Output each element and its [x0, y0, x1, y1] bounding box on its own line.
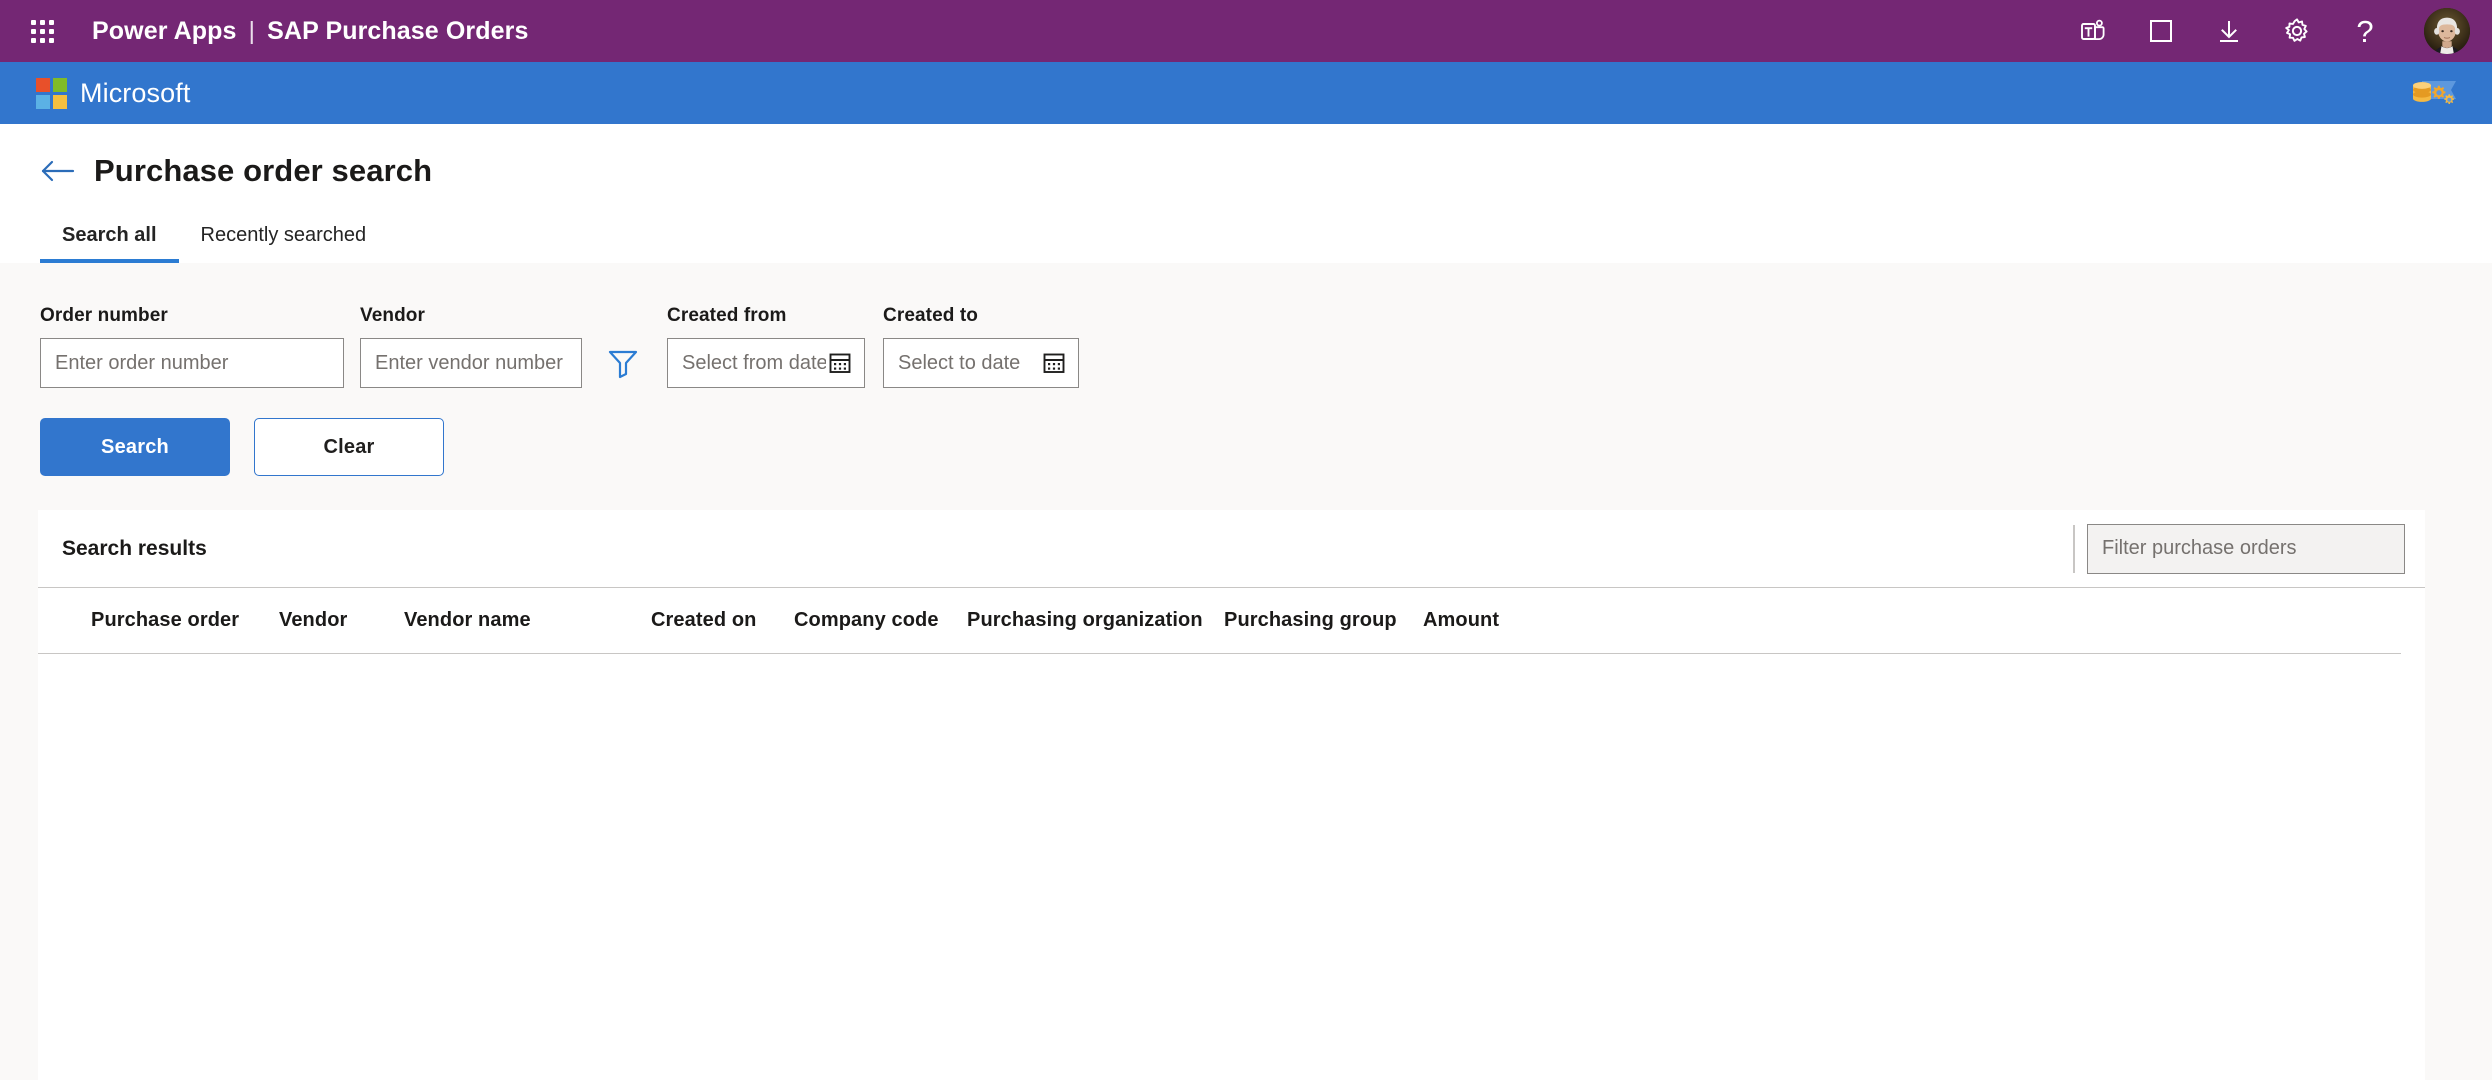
- tab-recently-searched[interactable]: Recently searched: [179, 216, 389, 263]
- suite-bar: Power Apps | SAP Purchase Orders ?: [0, 0, 2492, 62]
- vendor-label: Vendor: [360, 305, 426, 326]
- app-launcher-waffle-icon[interactable]: [18, 7, 66, 55]
- header-divider: [2073, 524, 2075, 573]
- page-title: Purchase order search: [94, 153, 433, 188]
- results-card: Search results Purchase order Vendor Ven…: [38, 510, 2425, 1080]
- created-to-input[interactable]: [898, 351, 1040, 375]
- search-form-panel: Order number Vendor Created from: [0, 263, 2492, 510]
- column-header-purchasing-group[interactable]: Purchasing group: [1224, 609, 1423, 632]
- vendor-field-group: Vendor: [360, 305, 582, 388]
- microsoft-brand-label: Microsoft: [80, 77, 191, 108]
- microsoft-logo-squares: [36, 77, 67, 109]
- user-avatar[interactable]: [2424, 8, 2470, 54]
- created-to-datepicker[interactable]: [883, 338, 1079, 388]
- app-name[interactable]: Power Apps: [92, 17, 237, 46]
- form-buttons-row: Search Clear: [0, 418, 2492, 476]
- column-header-amount[interactable]: Amount: [1423, 609, 1583, 632]
- results-title: Search results: [62, 536, 207, 560]
- column-header-vendor[interactable]: Vendor: [279, 609, 404, 632]
- results-table-header-row: Purchase order Vendor Vendor name Create…: [38, 588, 2401, 654]
- back-arrow-icon[interactable]: [40, 152, 78, 190]
- column-header-vendor-name[interactable]: Vendor name: [404, 609, 651, 632]
- waffle-grid: [30, 19, 54, 43]
- page-name: SAP Purchase Orders: [267, 16, 529, 45]
- column-header-company-code[interactable]: Company code: [794, 609, 967, 632]
- order-number-label: Order number: [40, 305, 168, 326]
- download-icon[interactable]: [2212, 14, 2246, 48]
- column-header-created-on[interactable]: Created on: [651, 609, 794, 632]
- teams-icon[interactable]: [2076, 14, 2110, 48]
- results-table-body: [38, 654, 2425, 814]
- filter-purchase-orders-input[interactable]: [2087, 523, 2405, 574]
- help-icon[interactable]: ?: [2348, 14, 2382, 48]
- funnel-filter-icon[interactable]: [595, 338, 651, 388]
- tab-search-all[interactable]: Search all: [40, 216, 179, 263]
- microsoft-logo: Microsoft: [36, 77, 191, 109]
- order-number-field-group: Order number: [40, 305, 344, 388]
- created-from-input[interactable]: [682, 351, 826, 375]
- clear-button[interactable]: Clear: [254, 418, 444, 476]
- tab-list: Search all Recently searched: [0, 216, 2492, 263]
- suite-actions: ?: [2076, 8, 2470, 54]
- results-header: Search results: [38, 510, 2425, 588]
- sap-database-gears-icon: [2402, 71, 2466, 115]
- column-header-purchasing-organization[interactable]: Purchasing organization: [967, 609, 1224, 632]
- logo-square-yellow: [53, 94, 67, 109]
- column-header-purchase-order[interactable]: Purchase order: [62, 609, 279, 632]
- results-area: Search results Purchase order Vendor Ven…: [0, 510, 2492, 1080]
- logo-square-red: [36, 77, 50, 92]
- created-from-label: Created from: [667, 305, 787, 326]
- calendar-icon[interactable]: [826, 349, 854, 377]
- created-to-field-group: Created to: [883, 305, 1079, 388]
- microsoft-banner: Microsoft: [0, 62, 2492, 124]
- search-fields-row: Order number Vendor Created from: [0, 305, 2492, 388]
- title-row: Purchase order search: [0, 152, 2492, 190]
- created-from-field-group: Created from: [667, 305, 865, 388]
- banner-right: [2402, 71, 2466, 115]
- vendor-input[interactable]: [360, 338, 582, 388]
- logo-square-green: [53, 77, 67, 92]
- page-head: Purchase order search Search all Recentl…: [0, 124, 2492, 263]
- created-to-label: Created to: [883, 305, 978, 326]
- fullscreen-icon[interactable]: [2144, 14, 2178, 48]
- help-question-glyph: ?: [2356, 13, 2374, 49]
- logo-square-blue: [36, 94, 50, 109]
- created-from-datepicker[interactable]: [667, 338, 865, 388]
- results-header-right: [2073, 523, 2405, 574]
- title-separator: |: [248, 16, 256, 45]
- calendar-icon[interactable]: [1040, 349, 1068, 377]
- order-number-input[interactable]: [40, 338, 344, 388]
- settings-gear-icon[interactable]: [2280, 14, 2314, 48]
- suite-title: Power Apps | SAP Purchase Orders: [92, 17, 528, 46]
- search-button[interactable]: Search: [40, 418, 230, 476]
